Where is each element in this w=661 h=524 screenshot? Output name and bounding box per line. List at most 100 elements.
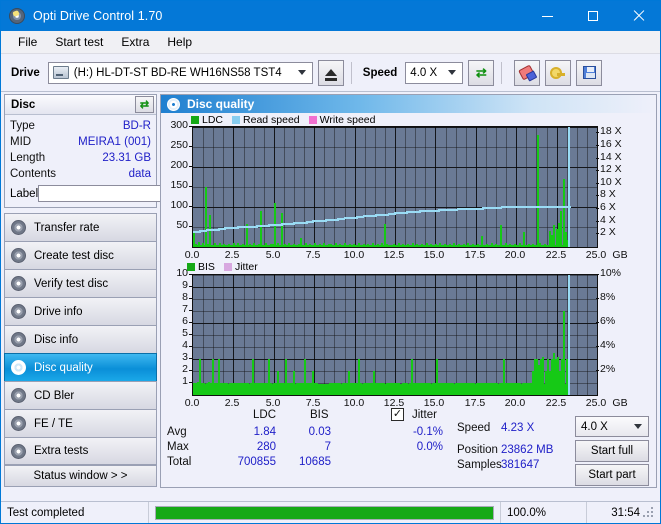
- sidebar-item-cd-bler[interactable]: CD Bler: [4, 381, 157, 409]
- status-message: Test completed: [1, 501, 149, 523]
- sidebar-item-create-test-disc[interactable]: Create test disc: [4, 241, 157, 269]
- close-icon: [632, 10, 644, 22]
- maximize-button[interactable]: [570, 1, 615, 31]
- y-tick-label: 100: [170, 199, 188, 212]
- legend-label-bis: BIS: [198, 261, 215, 274]
- eject-icon: [324, 69, 337, 81]
- menu-start-test[interactable]: Start test: [46, 32, 112, 52]
- y-tick-mark: [189, 346, 192, 348]
- eject-button[interactable]: [317, 59, 344, 86]
- test-speed-select[interactable]: 4.0 X: [575, 416, 649, 438]
- gridline-v: [264, 275, 265, 396]
- gridline-v: [496, 127, 497, 248]
- gridline-v: [314, 127, 315, 248]
- stats-speed-value: 4.23 X: [501, 422, 535, 435]
- start-full-label: Start full: [590, 445, 634, 458]
- drive-select[interactable]: (H:) HL-DT-ST BD-RE WH16NS58 TST4: [47, 61, 313, 84]
- chevron-down-icon: [634, 424, 642, 430]
- y2-tick-mark: [596, 183, 599, 185]
- stats-avg-jitter: -0.1%: [412, 426, 443, 439]
- gridline-v: [223, 275, 224, 396]
- gridline-v: [486, 127, 487, 248]
- bis-chart-legend: BIS Jitter: [187, 261, 264, 273]
- sidebar-item-drive-info[interactable]: Drive info: [4, 297, 157, 325]
- y2-tick-mark: [596, 195, 599, 197]
- disc-row-length: Length 23.31 GB: [10, 150, 151, 166]
- y-tick-mark: [189, 382, 192, 384]
- stats-avg-ldc: 1.84: [253, 426, 276, 439]
- sidebar-item-disc-info[interactable]: Disc info: [4, 325, 157, 353]
- key-button[interactable]: [545, 59, 572, 86]
- disc-panel-header: Disc ⇄: [5, 95, 156, 115]
- start-part-button[interactable]: Start part: [575, 464, 649, 487]
- y-tick-mark: [189, 310, 192, 312]
- jitter-checkbox[interactable]: ✓: [391, 408, 404, 422]
- y2-tick-label: 14 X: [600, 151, 622, 164]
- stats-samples-label: Samples: [457, 459, 502, 472]
- disc-type-label: Type: [10, 120, 35, 132]
- y-tick-label: 150: [170, 179, 188, 192]
- menu-file[interactable]: File: [9, 32, 46, 52]
- bar: [537, 135, 539, 248]
- legend-swatch-bis: [187, 263, 195, 272]
- sidebar-item-label: Verify test disc: [34, 277, 109, 290]
- y2-tick-label: 4 X: [600, 214, 616, 227]
- drive-icon: [52, 66, 69, 79]
- disc-refresh-button[interactable]: ⇄: [135, 96, 154, 113]
- baseline-fill: [193, 245, 570, 248]
- y-tick-mark: [189, 274, 192, 276]
- speed-select[interactable]: 4.0 X: [405, 61, 464, 84]
- elapsed-time-value: 31:54: [611, 506, 640, 519]
- y-tick-label: 9: [182, 279, 188, 292]
- bar: [260, 211, 262, 248]
- erase-button[interactable]: [514, 59, 541, 86]
- y-tick-label: 7: [182, 303, 188, 316]
- legend-swatch-jitter: [223, 263, 232, 272]
- y2-tick-label: 18 X: [600, 125, 622, 138]
- close-button[interactable]: [615, 1, 660, 31]
- gridline-v: [547, 127, 548, 248]
- sidebar-item-label: CD Bler: [34, 389, 75, 402]
- ldc-chart: LDC Read speed Write speed 50 100 150 200 25…: [161, 113, 656, 261]
- ldc-chart-legend: LDC Read speed Write speed: [191, 114, 382, 126]
- start-full-button[interactable]: Start full: [575, 440, 649, 463]
- gridline-v: [355, 275, 356, 396]
- y-tick-label: 4: [182, 339, 188, 352]
- y-tick-label: 50: [176, 219, 188, 232]
- sidebar-item-verify-test-disc[interactable]: Verify test disc: [4, 269, 157, 297]
- sidebar-item-transfer-rate[interactable]: Transfer rate: [4, 213, 157, 241]
- sidebar-item-label: Transfer rate: [34, 221, 100, 234]
- y2-tick-label: 8%: [600, 291, 616, 304]
- disc-icon: [11, 360, 26, 375]
- refresh-button[interactable]: ⇄: [468, 59, 495, 86]
- status-window-button[interactable]: Status window > >: [4, 465, 157, 487]
- sidebar-item-extra-tests[interactable]: Extra tests: [4, 437, 157, 465]
- y-tick-mark: [189, 166, 192, 168]
- stats-position-value: 23862 MB: [501, 444, 554, 457]
- menu-help[interactable]: Help: [158, 32, 201, 52]
- gridline-v: [446, 275, 447, 396]
- gridline-v: [506, 127, 507, 248]
- minimize-button[interactable]: [525, 1, 570, 31]
- sidebar-item-disc-quality[interactable]: Disc quality: [4, 353, 157, 381]
- gridline-v: [446, 127, 447, 248]
- menu-extra[interactable]: Extra: [112, 32, 158, 52]
- y2-tick-label: 10 X: [600, 176, 622, 189]
- check-icon: ✓: [392, 408, 403, 421]
- resize-grip-icon[interactable]: [640, 506, 653, 519]
- sidebar-item-fe-te[interactable]: FE / TE: [4, 409, 157, 437]
- stats-row-max-label: Max: [167, 441, 189, 454]
- status-bar: Test completed 100.0% 31:54: [1, 501, 660, 523]
- gridline-v: [324, 127, 325, 248]
- disc-icon: [11, 332, 26, 347]
- save-button[interactable]: [576, 59, 603, 86]
- stats-avg-bis: 0.03: [308, 426, 331, 439]
- gridline-v: [395, 275, 396, 396]
- gridline-v: [345, 275, 346, 396]
- toolbar-divider-2: [501, 61, 503, 84]
- disc-contents-value: data: [128, 168, 151, 180]
- gridline-v: [587, 275, 588, 396]
- disc-icon: [11, 388, 26, 403]
- test-speed-value: 4.0 X: [581, 420, 608, 433]
- end-marker: [568, 275, 570, 396]
